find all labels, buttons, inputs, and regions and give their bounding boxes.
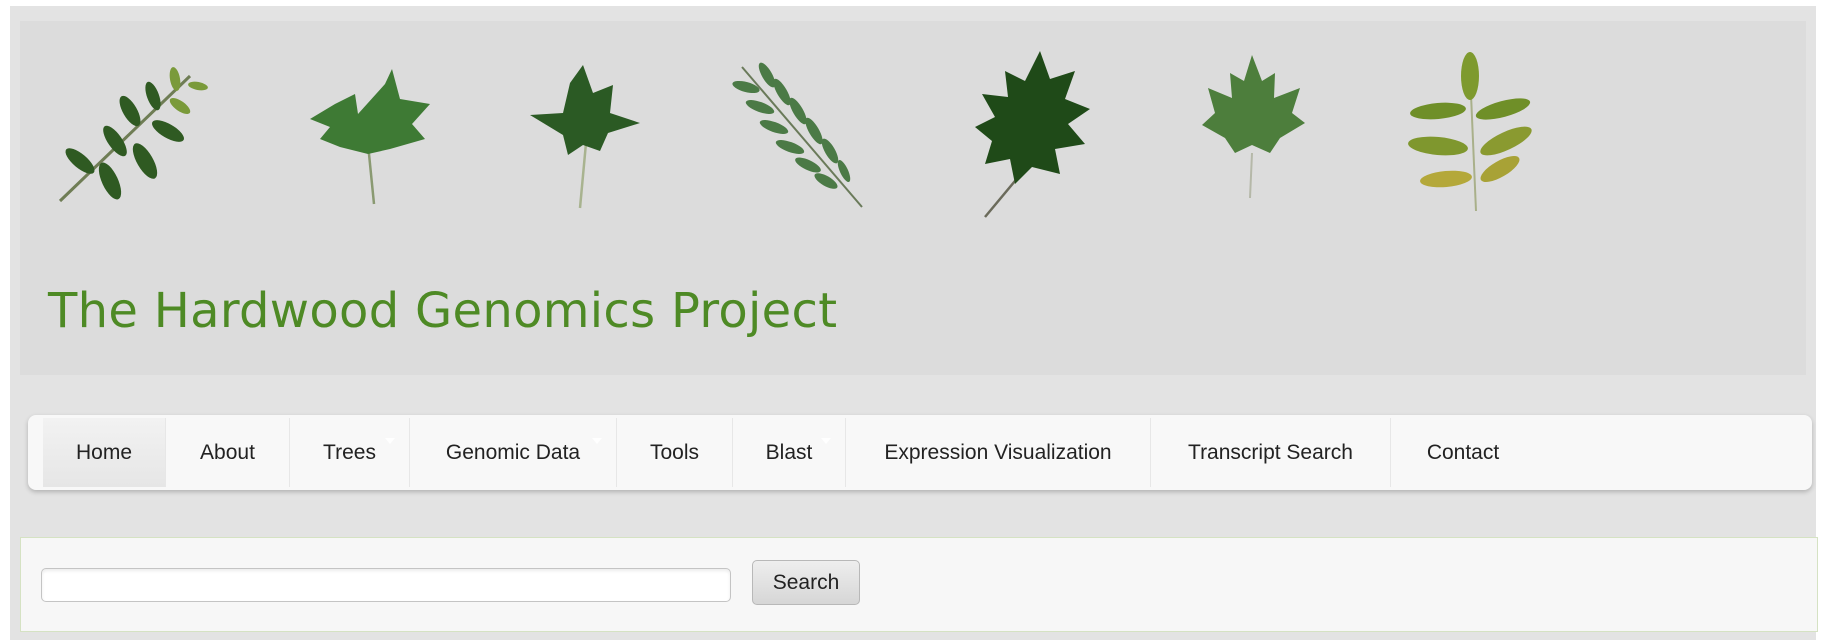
nav-item-transcript-search[interactable]: Transcript Search [1151, 418, 1391, 487]
nav-item-genomic-data-label: Genomic Data [445, 440, 581, 464]
main-navigation: Home About Trees Genomic Data Tools Blas… [28, 415, 1812, 490]
page-background: The Hardwood Genomics Project Home About… [10, 6, 1818, 640]
ash-leaf-icon [1408, 52, 1532, 212]
search-panel: Search [20, 537, 1818, 632]
nav-item-blast-label: Blast [765, 440, 813, 464]
nav-item-trees-label: Trees [323, 440, 376, 464]
maple-leaf-icon [1202, 55, 1305, 199]
nav-item-tools[interactable]: Tools [617, 418, 733, 487]
black-locust-leaf-icon [732, 62, 863, 208]
site-title: The Hardwood Genomics Project [48, 283, 838, 339]
nav-item-expression-visualization[interactable]: Expression Visualization [846, 418, 1151, 487]
tulip-poplar-leaf-icon [310, 69, 430, 205]
nav-item-about[interactable]: About [166, 418, 290, 487]
search-input[interactable] [41, 568, 731, 602]
nav-item-blast[interactable]: Blast [733, 418, 846, 487]
sweetgum-leaf-icon [530, 65, 640, 209]
red-oak-leaf-icon [975, 51, 1090, 218]
nav-item-contact[interactable]: Contact [1391, 418, 1535, 487]
compound-leaf-icon [58, 67, 208, 203]
nav-item-genomic-data[interactable]: Genomic Data [410, 418, 617, 487]
caret-down-icon [821, 438, 831, 444]
caret-down-icon [385, 438, 395, 444]
search-button[interactable]: Search [752, 560, 860, 605]
nav-item-trees[interactable]: Trees [290, 418, 410, 487]
caret-down-icon [592, 438, 602, 444]
header-banner: The Hardwood Genomics Project [20, 21, 1806, 375]
nav-item-home[interactable]: Home [43, 418, 166, 487]
